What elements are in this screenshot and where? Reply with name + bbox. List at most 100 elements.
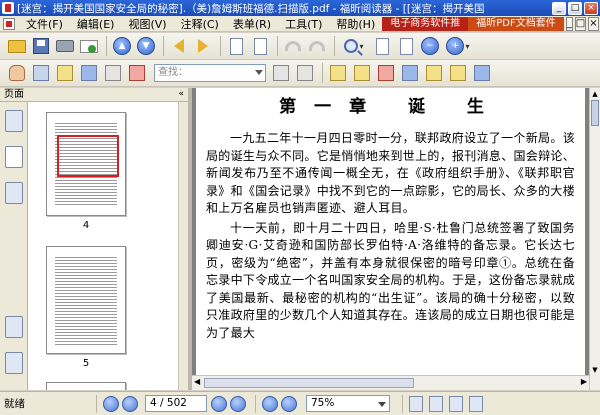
document-horizontal-scrollbar[interactable]: ◀ ▶ — [192, 375, 589, 390]
menu-help[interactable]: 帮助(H) — [329, 16, 382, 32]
pencil-button[interactable] — [375, 62, 397, 84]
single-page-icon[interactable] — [409, 395, 423, 412]
back-button[interactable] — [168, 35, 190, 57]
print-button[interactable] — [54, 35, 76, 57]
facing-icon[interactable] — [449, 395, 463, 412]
snapshot-button[interactable] — [78, 62, 100, 84]
find-next-button[interactable] — [294, 62, 316, 84]
callout-button[interactable] — [447, 62, 469, 84]
find-combobox[interactable]: 查找： — [154, 64, 266, 82]
attachments-tab-icon[interactable] — [5, 352, 23, 374]
forward-button[interactable] — [192, 35, 214, 57]
save-icon — [33, 38, 49, 54]
app-icon — [2, 2, 14, 14]
document-view[interactable]: 第一章 诞 生 一九五二年十一月四日零时一分，联邦政府设立了一个新局。该局的诞生… — [192, 88, 589, 375]
typewriter-button[interactable] — [102, 62, 124, 84]
status-separator — [402, 394, 403, 413]
page-indicator: 4 / 502 — [150, 397, 187, 409]
menu-form[interactable]: 表单(R) — [226, 16, 278, 32]
textbox-button[interactable] — [399, 62, 421, 84]
scroll-thumb[interactable] — [591, 100, 599, 126]
find-next-icon — [297, 65, 313, 81]
stamp-button[interactable] — [423, 62, 445, 84]
open-button[interactable] — [6, 35, 28, 57]
select-tool-button[interactable] — [54, 62, 76, 84]
note-icon — [330, 65, 346, 81]
close-button[interactable]: × — [584, 1, 598, 15]
maximize-button[interactable]: □ — [568, 1, 582, 15]
continuous-icon[interactable] — [429, 395, 443, 412]
menu-bar: 文件(F) 编辑(E) 视图(V) 注释(C) 表单(R) 工具(T) 帮助(H… — [0, 16, 600, 32]
insert-page-button[interactable] — [225, 35, 247, 57]
fit-width-button[interactable] — [371, 35, 393, 57]
history-forward-button[interactable] — [281, 395, 297, 412]
document-icon[interactable] — [3, 17, 15, 30]
arrow-left-icon — [174, 39, 184, 53]
menu-edit[interactable]: 编辑(E) — [70, 16, 122, 32]
document-vertical-scrollbar[interactable]: ▲ ▼ — [589, 88, 600, 390]
fit-page-button[interactable] — [395, 35, 417, 57]
zoom-combobox[interactable]: 75% — [306, 395, 390, 412]
pages-tab-icon[interactable] — [5, 146, 23, 168]
email-button[interactable] — [78, 35, 100, 57]
scroll-right-icon[interactable]: ▶ — [581, 377, 587, 386]
scroll-up-icon[interactable]: ▲ — [591, 90, 599, 98]
sticky-note-button[interactable] — [471, 62, 493, 84]
menu-comment[interactable]: 注释(C) — [174, 16, 226, 32]
last-page-button[interactable] — [230, 395, 246, 412]
redo-button[interactable] — [306, 35, 328, 57]
hand-tool-button[interactable] — [6, 62, 28, 84]
viewport-indicator[interactable] — [57, 135, 119, 177]
continuous-facing-icon[interactable] — [469, 395, 483, 412]
toolbar-separator — [163, 36, 164, 56]
doc-minimize-button[interactable]: _ — [565, 16, 573, 31]
menu-view[interactable]: 视图(V) — [121, 16, 173, 32]
page-thumbnail[interactable] — [46, 246, 126, 354]
prev-page-button[interactable] — [122, 395, 138, 412]
undo-button[interactable] — [282, 35, 304, 57]
chapter-title: 第一章 诞 生 — [279, 97, 502, 117]
collapse-panel-button[interactable]: « — [178, 88, 184, 101]
extract-page-button[interactable] — [249, 35, 271, 57]
callout-icon — [450, 65, 466, 81]
previous-page-button[interactable]: ▲ — [111, 35, 133, 57]
text-select-button[interactable] — [30, 62, 52, 84]
page-thumbnail[interactable] — [46, 382, 126, 390]
thumbnails-scrollbar[interactable] — [178, 102, 188, 390]
comments-tab-icon[interactable] — [5, 316, 23, 338]
minimize-button[interactable]: _ — [552, 1, 566, 15]
page-thumbnail[interactable] — [46, 112, 126, 216]
toolbar-separator — [106, 36, 107, 56]
scroll-down-icon[interactable]: ▼ — [591, 366, 599, 374]
scroll-thumb[interactable] — [204, 378, 414, 388]
dropdown-arrow-icon[interactable] — [378, 402, 386, 407]
layers-tab-icon[interactable] — [5, 182, 23, 204]
menu-file[interactable]: 文件(F) — [19, 16, 70, 32]
note-tool-button[interactable] — [327, 62, 349, 84]
zoom-in-button[interactable]: + ▾ — [443, 35, 473, 57]
ad-link-ecommerce[interactable]: 电子商务软件推 — [382, 16, 469, 31]
scroll-left-icon[interactable]: ◀ — [194, 377, 200, 386]
first-page-button[interactable] — [103, 395, 119, 412]
zoom-tool-button[interactable]: ▾ — [339, 35, 369, 57]
next-page-button[interactable]: ▼ — [135, 35, 157, 57]
doc-close-button[interactable]: × — [588, 16, 599, 31]
status-text: 就绪 — [4, 398, 25, 410]
arrow-right-icon — [198, 39, 208, 53]
navigation-tab-strip — [0, 102, 28, 390]
zoom-out-button[interactable]: − — [419, 35, 441, 57]
bookmarks-tab-icon[interactable] — [5, 110, 23, 132]
dropdown-arrow-icon[interactable] — [255, 70, 263, 75]
history-back-button[interactable] — [262, 395, 278, 412]
next-page-button[interactable] — [211, 395, 227, 412]
ad-link-suite[interactable]: 福昕PDF文档套件 — [468, 16, 564, 31]
page-number-field[interactable]: 4 / 502 — [145, 395, 207, 412]
thumbnail-label: 5 — [82, 358, 90, 369]
menu-tools[interactable]: 工具(T) — [278, 16, 329, 32]
camera-button[interactable] — [126, 62, 148, 84]
highlight-button[interactable] — [351, 62, 373, 84]
save-button[interactable] — [30, 35, 52, 57]
dropdown-arrow-icon: ▾ — [359, 41, 364, 51]
doc-restore-button[interactable]: □ — [574, 16, 587, 31]
find-previous-button[interactable] — [270, 62, 292, 84]
